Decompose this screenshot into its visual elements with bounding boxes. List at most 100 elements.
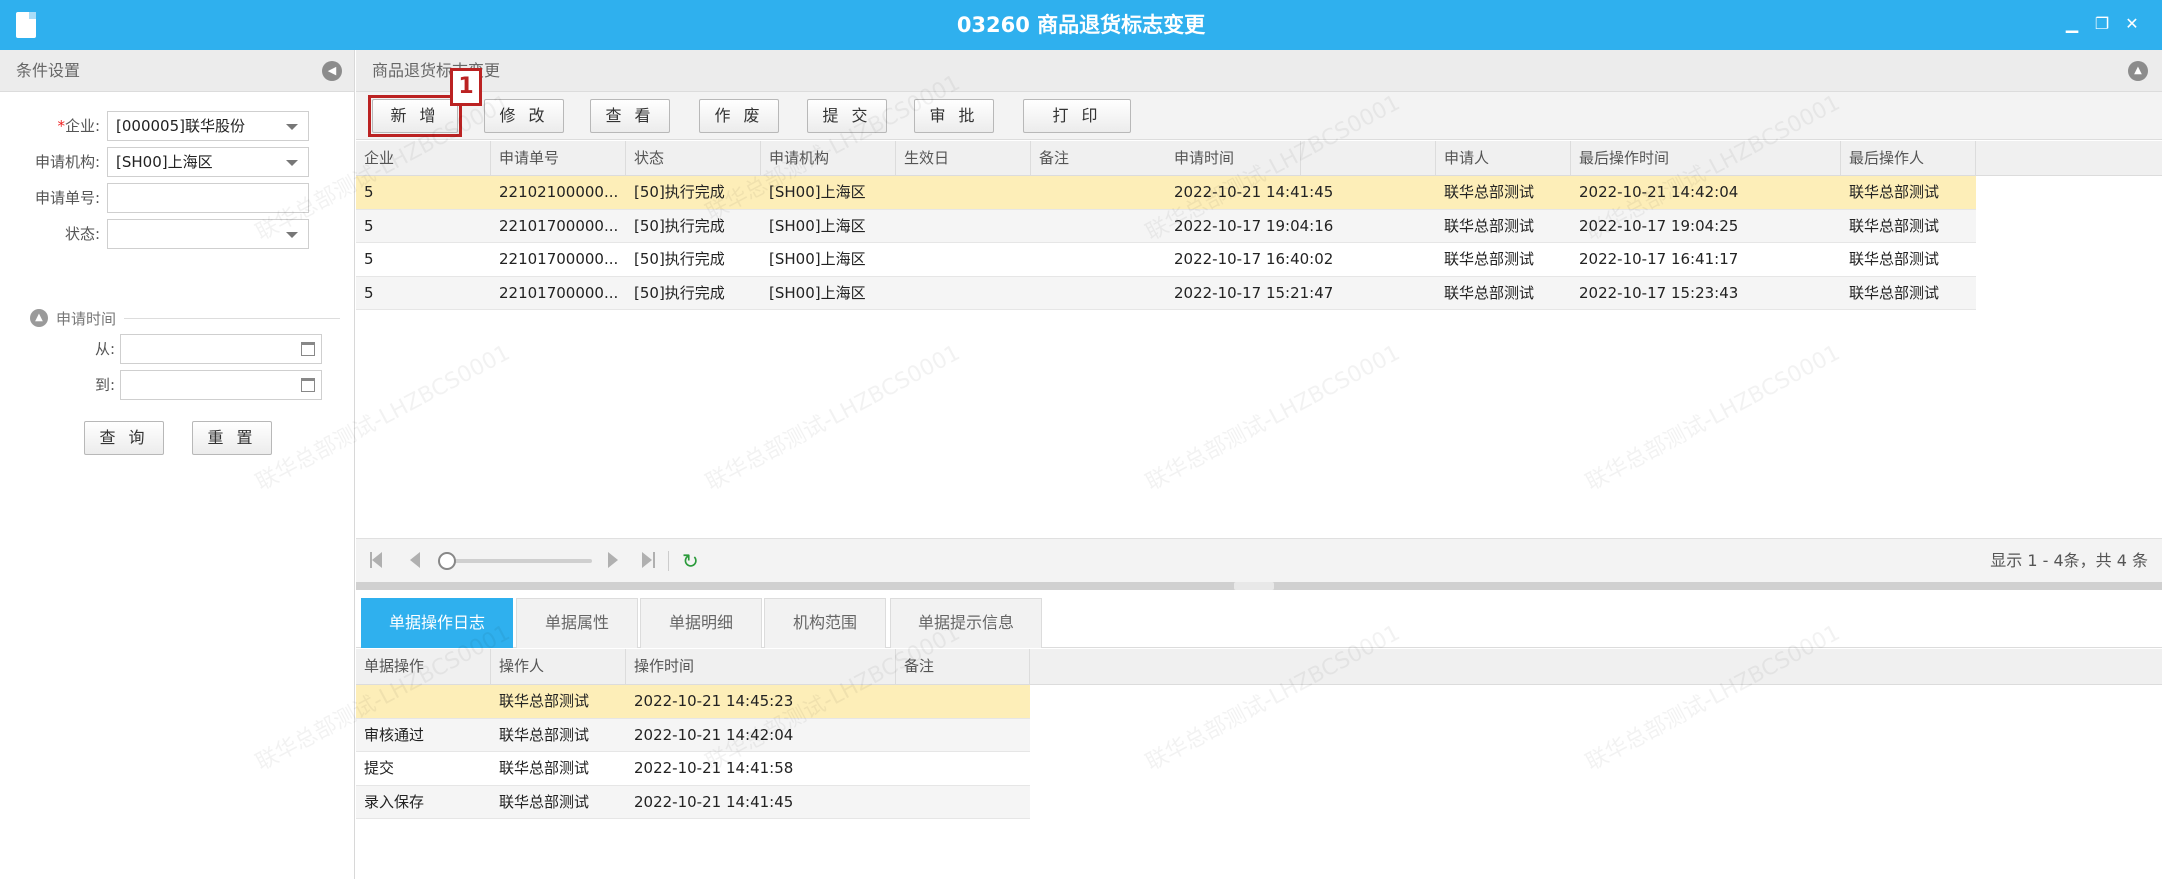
column-header[interactable]: 备注 bbox=[896, 649, 1030, 684]
column-header[interactable]: 生效日 bbox=[896, 141, 1031, 175]
column-header[interactable]: 操作时间 bbox=[626, 649, 896, 684]
table-row[interactable]: 录入保存 联华总部测试 2022-10-21 14:41:45 bbox=[356, 785, 1030, 819]
approve-button[interactable]: 审 批 bbox=[914, 99, 994, 133]
operation-log-grid: 单据操作 操作人 操作时间 备注 联华总部测试 2022-10-21 14:45… bbox=[356, 649, 2162, 819]
table-cell: [50]执行完成 bbox=[634, 283, 725, 302]
table-row[interactable]: 5 22101700000... [50]执行完成 [SH00]上海区 2022… bbox=[356, 276, 1976, 310]
splitter-grip-icon[interactable] bbox=[1234, 582, 1274, 590]
close-icon[interactable]: ✕ bbox=[2122, 14, 2142, 34]
table-cell bbox=[1031, 277, 1166, 310]
collapse-section-icon[interactable]: ▲ bbox=[30, 309, 48, 327]
table-cell: 联华总部测试 bbox=[1444, 216, 1535, 235]
table-cell: 22101700000... bbox=[499, 250, 619, 268]
page-slider-track[interactable] bbox=[442, 559, 592, 563]
org-select-value: [SH00]上海区 bbox=[116, 153, 213, 171]
chevron-down-icon[interactable] bbox=[286, 160, 298, 166]
column-header[interactable]: 申请机构 bbox=[761, 141, 896, 175]
column-header[interactable]: 操作人 bbox=[491, 649, 626, 684]
query-button[interactable]: 查 询 bbox=[84, 421, 164, 455]
view-button[interactable]: 查 看 bbox=[590, 99, 670, 133]
table-cell: [SH00]上海区 bbox=[769, 183, 866, 201]
table-row[interactable]: 5 22101700000... [50]执行完成 [SH00]上海区 2022… bbox=[356, 243, 1976, 277]
table-cell bbox=[896, 752, 1030, 785]
column-header[interactable]: 申请人 bbox=[1436, 141, 1571, 175]
date-to-input[interactable] bbox=[120, 370, 322, 400]
column-header[interactable]: 最后操作人 bbox=[1841, 141, 1976, 175]
calendar-icon[interactable] bbox=[301, 378, 315, 392]
page-slider-thumb[interactable] bbox=[438, 552, 456, 570]
column-header[interactable]: 企业 bbox=[356, 141, 491, 175]
table-cell: 录入保存 bbox=[364, 792, 425, 811]
calendar-icon[interactable] bbox=[301, 342, 315, 356]
table-cell: 2022-10-17 15:21:47 bbox=[1174, 283, 1334, 302]
condition-panel-title: 条件设置 bbox=[16, 61, 81, 80]
last-page-bar-icon bbox=[653, 552, 655, 568]
org-select[interactable]: [SH00]上海区 bbox=[107, 147, 309, 177]
date-from-input-box[interactable] bbox=[129, 335, 321, 363]
column-header[interactable]: 状态 bbox=[626, 141, 761, 175]
splitter-handle[interactable] bbox=[356, 582, 2162, 590]
restore-icon[interactable]: ❐ bbox=[2092, 14, 2112, 34]
column-header[interactable]: 单据操作 bbox=[356, 649, 491, 684]
pager-info: 显示 1 - 4条，共 4 条 bbox=[1990, 551, 2148, 570]
table-row[interactable]: 5 22101700000... [50]执行完成 [SH00]上海区 2022… bbox=[356, 209, 1976, 243]
doc-no-input-box[interactable] bbox=[116, 184, 308, 212]
table-cell: 联华总部测试 bbox=[499, 759, 590, 777]
table-cell: 2022-10-21 14:42:04 bbox=[1579, 183, 1739, 201]
prev-page-icon[interactable] bbox=[410, 552, 420, 568]
org-row: 申请机构: [SH00]上海区 bbox=[0, 147, 355, 177]
table-row[interactable]: 5 22102100000... [50]执行完成 [SH00]上海区 2022… bbox=[356, 176, 1976, 210]
table-cell: [50]执行完成 bbox=[634, 250, 725, 268]
grid-header: 企业 申请单号 状态 申请机构 生效日 备注 申请时间 申请人 最后操作时间 最… bbox=[356, 141, 2162, 176]
collapse-left-icon[interactable]: ◀ bbox=[322, 61, 342, 81]
void-button[interactable]: 作 废 bbox=[699, 99, 779, 133]
main-panel-header: 商品退货标志变更 ▲ bbox=[356, 50, 2162, 92]
last-page-icon[interactable] bbox=[642, 552, 652, 568]
condition-panel: 条件设置 ◀ *企业: [000005]联华股份 申请机构: [SH00]上海区… bbox=[0, 50, 355, 879]
table-row[interactable]: 审核通过 联华总部测试 2022-10-21 14:42:04 bbox=[356, 718, 1030, 752]
first-page-icon[interactable] bbox=[372, 552, 382, 568]
date-to-input-box[interactable] bbox=[129, 371, 321, 399]
table-cell: 联华总部测试 bbox=[1444, 283, 1535, 302]
date-to-row: 到: bbox=[0, 370, 355, 400]
collapse-top-icon[interactable]: ▲ bbox=[2128, 61, 2148, 81]
table-cell: 2022-10-17 16:40:02 bbox=[1174, 250, 1334, 268]
reset-button[interactable]: 重 置 bbox=[192, 421, 272, 455]
table-row[interactable]: 提交 联华总部测试 2022-10-21 14:41:58 bbox=[356, 752, 1030, 786]
table-cell bbox=[896, 243, 1031, 276]
date-section-header[interactable]: ▲ 申请时间 bbox=[30, 308, 340, 328]
date-to-label: 到: bbox=[94, 376, 115, 394]
table-cell: 联华总部测试 bbox=[499, 725, 590, 744]
tab-doc-details[interactable]: 单据明细 bbox=[640, 598, 762, 648]
print-button[interactable]: 打 印 bbox=[1023, 99, 1131, 133]
table-cell: 5 bbox=[364, 183, 374, 201]
detail-tabs: 单据操作日志 单据属性 单据明细 机构范围 单据提示信息 bbox=[356, 590, 2162, 648]
minimize-icon[interactable]: ▁ bbox=[2062, 14, 2082, 34]
tab-org-scope[interactable]: 机构范围 bbox=[764, 598, 886, 648]
table-row[interactable]: 联华总部测试 2022-10-21 14:45:23 bbox=[356, 685, 1030, 719]
next-page-icon[interactable] bbox=[608, 552, 618, 568]
table-cell: 5 bbox=[364, 216, 374, 235]
date-from-input[interactable] bbox=[120, 334, 322, 364]
company-select[interactable]: [000005]联华股份 bbox=[107, 111, 309, 141]
edit-button[interactable]: 修 改 bbox=[484, 99, 564, 133]
company-select-value: [000005]联华股份 bbox=[116, 117, 245, 135]
doc-no-input[interactable] bbox=[107, 183, 309, 213]
column-header[interactable]: 申请单号 bbox=[491, 141, 626, 175]
table-cell: 审核通过 bbox=[364, 725, 425, 744]
tab-operation-log[interactable]: 单据操作日志 bbox=[361, 598, 513, 648]
submit-button[interactable]: 提 交 bbox=[807, 99, 887, 133]
chevron-down-icon[interactable] bbox=[286, 124, 298, 130]
refresh-icon[interactable]: ↻ bbox=[682, 551, 702, 571]
table-cell: 联华总部测试 bbox=[1849, 250, 1940, 268]
table-cell: 22102100000... bbox=[499, 183, 619, 201]
tab-doc-hints[interactable]: 单据提示信息 bbox=[890, 598, 1042, 648]
table-cell bbox=[1031, 243, 1166, 276]
column-header[interactable]: 最后操作时间 bbox=[1571, 141, 1841, 175]
tab-doc-properties[interactable]: 单据属性 bbox=[516, 598, 638, 648]
company-row: *企业: [000005]联华股份 bbox=[0, 111, 355, 141]
chevron-down-icon[interactable] bbox=[286, 232, 298, 238]
column-header[interactable]: 申请时间 bbox=[1166, 141, 1436, 175]
status-row: 状态: bbox=[0, 219, 355, 249]
status-select[interactable] bbox=[107, 219, 309, 249]
